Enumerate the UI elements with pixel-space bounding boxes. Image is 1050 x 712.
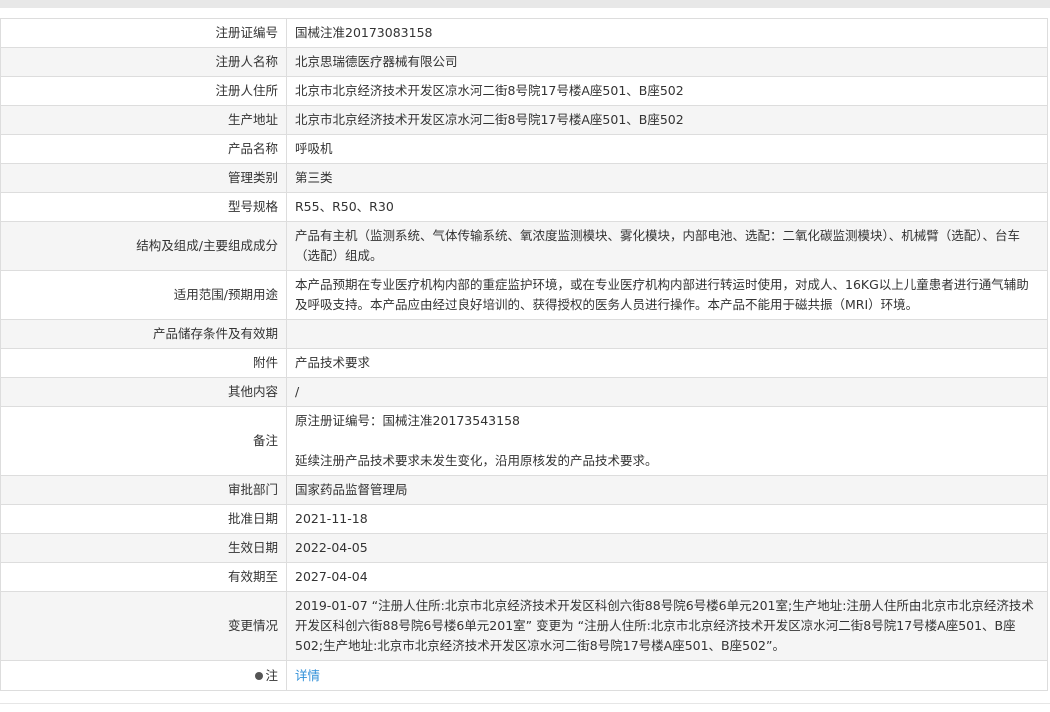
row-value: 原注册证编号：国械注准20173543158 延续注册产品技术要求未发生变化，沿… xyxy=(286,406,1048,476)
table-row: 批准日期 2021-11-18 xyxy=(0,504,1048,534)
row-label: 批准日期 xyxy=(0,504,287,534)
row-label: 型号规格 xyxy=(0,192,287,222)
row-value: 国家药品监督管理局 xyxy=(286,475,1048,505)
top-bar xyxy=(0,0,1050,8)
row-label: 注册人名称 xyxy=(0,47,287,77)
table-row: 适用范围/预期用途 本产品预期在专业医疗机构内部的重症监护环境，或在专业医疗机构内… xyxy=(0,270,1048,320)
row-label: 审批部门 xyxy=(0,475,287,505)
row-label: 产品储存条件及有效期 xyxy=(0,319,287,349)
note-label: 注 xyxy=(0,660,287,691)
note-value: 详情 xyxy=(286,660,1048,691)
table-row: 注册证编号 国械注准20173083158 xyxy=(0,18,1048,48)
table-row: 有效期至 2027-04-04 xyxy=(0,562,1048,592)
row-value: 2022-04-05 xyxy=(286,533,1048,563)
row-value: 产品技术要求 xyxy=(286,348,1048,378)
row-value: R55、R50、R30 xyxy=(286,192,1048,222)
row-value: 2019-01-07 “注册人住所:北京市北京经济技术开发区科创六街88号院6号… xyxy=(286,591,1048,661)
row-value: 北京市北京经济技术开发区凉水河二街8号院17号楼A座501、B座502 xyxy=(286,76,1048,106)
table-row: 注册人住所 北京市北京经济技术开发区凉水河二街8号院17号楼A座501、B座502 xyxy=(0,76,1048,106)
row-value: 呼吸机 xyxy=(286,134,1048,164)
table-row: 备注 原注册证编号：国械注准20173543158 延续注册产品技术要求未发生变化… xyxy=(0,406,1048,476)
row-value: / xyxy=(286,377,1048,407)
row-value: 2027-04-04 xyxy=(286,562,1048,592)
table-row: 产品名称 呼吸机 xyxy=(0,134,1048,164)
row-label: 适用范围/预期用途 xyxy=(0,270,287,320)
row-value: 2021-11-18 xyxy=(286,504,1048,534)
row-label: 注册证编号 xyxy=(0,18,287,48)
table-row: 注册人名称 北京思瑞德医疗器械有限公司 xyxy=(0,47,1048,77)
table-row: 型号规格 R55、R50、R30 xyxy=(0,192,1048,222)
row-value: 本产品预期在专业医疗机构内部的重症监护环境，或在专业医疗机构内部进行转运时使用，… xyxy=(286,270,1048,320)
row-label: 其他内容 xyxy=(0,377,287,407)
row-label: 有效期至 xyxy=(0,562,287,592)
divider xyxy=(0,703,1050,704)
registration-detail-table: 注册证编号 国械注准20173083158 注册人名称 北京思瑞德医疗器械有限公司 注册… xyxy=(0,18,1048,691)
table-row: 其他内容 / xyxy=(0,377,1048,407)
row-label: 生产地址 xyxy=(0,105,287,135)
table-row: 变更情况 2019-01-07 “注册人住所:北京市北京经济技术开发区科创六街88… xyxy=(0,591,1048,661)
details-link[interactable]: 详情 xyxy=(295,668,320,683)
row-label: 附件 xyxy=(0,348,287,378)
row-label: 变更情况 xyxy=(0,591,287,661)
row-label: 管理类别 xyxy=(0,163,287,193)
table-row: 生产地址 北京市北京经济技术开发区凉水河二街8号院17号楼A座501、B座502 xyxy=(0,105,1048,135)
note-row: 注 详情 xyxy=(0,660,1048,691)
table-row: 生效日期 2022-04-05 xyxy=(0,533,1048,563)
row-label: 注册人住所 xyxy=(0,76,287,106)
row-label: 备注 xyxy=(0,406,287,476)
row-label: 结构及组成/主要组成成分 xyxy=(0,221,287,271)
row-value: 北京市北京经济技术开发区凉水河二街8号院17号楼A座501、B座502 xyxy=(286,105,1048,135)
note-label-text: 注 xyxy=(265,667,278,683)
table-row: 附件 产品技术要求 xyxy=(0,348,1048,378)
row-label: 生效日期 xyxy=(0,533,287,563)
table-row: 管理类别 第三类 xyxy=(0,163,1048,193)
pin-icon xyxy=(255,671,264,680)
table-row: 结构及组成/主要组成成分 产品有主机（监测系统、气体传输系统、氧浓度监测模块、雾化… xyxy=(0,221,1048,271)
row-value: 北京思瑞德医疗器械有限公司 xyxy=(286,47,1048,77)
table-row: 审批部门 国家药品监督管理局 xyxy=(0,475,1048,505)
row-value xyxy=(286,319,1048,349)
table-row: 产品储存条件及有效期 xyxy=(0,319,1048,349)
row-label: 产品名称 xyxy=(0,134,287,164)
row-value: 国械注准20173083158 xyxy=(286,18,1048,48)
row-value: 产品有主机（监测系统、气体传输系统、氧浓度监测模块、雾化模块，内部电池、选配：二… xyxy=(286,221,1048,271)
row-value: 第三类 xyxy=(286,163,1048,193)
